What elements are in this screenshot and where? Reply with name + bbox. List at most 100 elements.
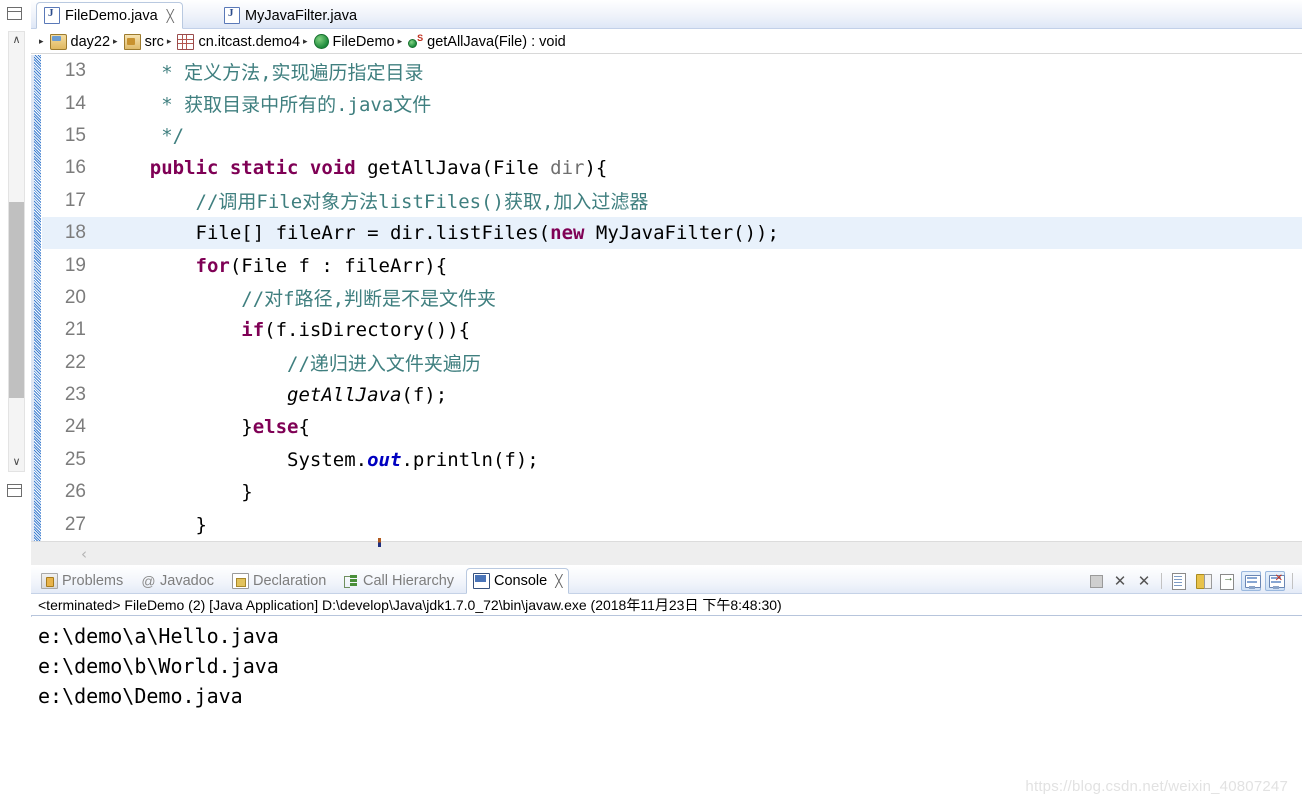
tab-problems[interactable]: Problems [35,568,129,594]
close-icon[interactable]: ╳ [555,574,562,588]
scroll-down-arrow-icon[interactable]: ∨ [9,454,24,471]
restore-view-icon-bottom[interactable] [7,484,22,497]
line-number: 19 [64,254,86,276]
call-hierarchy-icon [344,574,359,588]
pin-page-icon [1220,572,1234,590]
code-token: } [104,481,253,504]
breadcrumb-item-src[interactable]: src [145,34,164,50]
code-line[interactable]: 25 System.out.println(f); [42,444,1302,476]
tab-filedemo-java[interactable]: FileDemo.java ╳ [36,2,183,29]
terminate-button[interactable] [1086,571,1106,591]
code-token: * [104,94,185,117]
code-line[interactable]: 18 File[] fileArr = dir.listFiles(new My… [42,216,1302,250]
code-line[interactable]: 17 //调用File对象方法listFiles()获取,加入过滤器 [42,185,1302,217]
code-line-text: System.out.println(f); [94,449,1302,471]
code-line-text: * 定义方法,实现遍历指定目录 [94,58,1302,85]
breadcrumb: ▸ day22 ▸ src ▸ cn.itcast.demo4 ▸ FileDe… [31,30,1302,54]
remove-launch-button[interactable]: ✕ [1110,571,1130,591]
code-line[interactable]: 24 }else{ [42,411,1302,443]
clear-console-button[interactable] [1169,571,1189,591]
code-line-text: //递归进入文件夹遍历 [94,349,1302,376]
code-line-text: //对f路径,判断是不是文件夹 [94,284,1302,311]
code-token: ){ [584,157,608,180]
line-number: 20 [64,286,86,308]
code-token: { [298,416,310,439]
code-token: } [104,416,253,439]
tab-label: Problems [62,573,124,589]
tab-label: Console [494,573,548,589]
code-editor[interactable]: 13 * 定义方法,实现遍历指定目录 14 * 获取目录中所有的.java文件 15… [31,55,1302,541]
breadcrumb-item-class[interactable]: FileDemo [333,34,395,50]
code-token: */ [104,124,185,147]
restore-view-icon-top[interactable] [7,7,22,20]
declaration-icon [232,573,249,589]
open-console-button[interactable]: ✕ [1265,570,1285,591]
code-token: out [367,448,402,471]
tab-myjavafilter-java[interactable]: MyJavaFilter.java [217,2,365,29]
editor-horizontal-scrollbar[interactable]: ‹ [31,538,1302,565]
close-icon[interactable]: ╳ [167,9,174,23]
code-line-text: getAllJava(f); [94,384,1302,406]
scroll-lock-button[interactable] [1193,571,1213,591]
code-line[interactable]: 20 //对f路径,判断是不是文件夹 [42,282,1302,314]
java-file-icon [44,7,60,24]
scroll-left-arrow-icon[interactable]: ‹ [81,545,87,563]
scroll-up-arrow-icon[interactable]: ∧ [9,32,24,49]
tab-declaration[interactable]: Declaration [226,568,332,594]
line-number: 14 [64,92,86,114]
code-token: File[] fileArr = dir.listFiles( [104,222,551,245]
code-line-text: */ [94,125,1302,147]
scrollbar-thumb[interactable] [9,202,24,398]
left-trim-stack: ∧ ∨ [0,0,31,805]
pin-console-button[interactable] [1217,571,1237,591]
code-line[interactable]: 15 */ [42,120,1302,152]
console-icon [473,573,490,589]
code-line[interactable]: 22 //递归进入文件夹遍历 [42,347,1302,379]
chevron-right-icon: ▸ [303,36,308,47]
breadcrumb-item-method[interactable]: getAllJava(File) : void [427,34,566,50]
line-number: 24 [64,416,86,438]
lock-panel-icon [1204,573,1212,589]
console-output[interactable]: e:\demo\a\Hello.java e:\demo\b\World.java… [31,617,1302,805]
editor-tab-bar: FileDemo.java ╳ MyJavaFilter.java [31,0,1302,29]
code-token: } [104,513,207,536]
code-line[interactable]: 14 * 获取目录中所有的.java文件 [42,87,1302,119]
code-line[interactable]: 21 if(f.isDirectory()){ [42,314,1302,346]
code-line[interactable]: 26 } [42,476,1302,508]
breadcrumb-item-package[interactable]: cn.itcast.demo4 [198,34,300,50]
code-token: System. [104,448,368,471]
line-number: 27 [64,513,86,535]
console-output-line: e:\demo\a\Hello.java [38,624,279,648]
class-icon [313,34,329,49]
breadcrumb-item-project[interactable]: day22 [71,34,111,50]
code-line[interactable]: 19 for(File f : fileArr){ [42,249,1302,281]
code-token: * [104,61,185,84]
display-selected-console-button[interactable] [1241,570,1261,591]
remove-all-terminated-button[interactable]: ✕ [1134,571,1154,591]
chevron-right-icon: ▸ [39,36,44,47]
left-stack-scrollbar[interactable]: ∧ ∨ [8,31,25,472]
tab-javadoc[interactable]: @ Javadoc [135,568,220,594]
code-token: //调用File对象方法listFiles()获取,加入过滤器 [195,191,649,214]
watermark: https://blog.csdn.net/weixin_40807247 [1025,778,1288,795]
code-line[interactable]: 23 getAllJava(f); [42,379,1302,411]
code-line-text: if(f.isDirectory()){ [94,319,1302,341]
code-line[interactable]: 16 public static void getAllJava(File di… [42,152,1302,184]
chevron-right-icon: ▸ [397,36,403,47]
code-token: (File f : fileArr){ [229,254,448,277]
overview-marker [378,538,381,547]
tab-console[interactable]: Console ╳ [466,568,570,594]
chevron-right-icon: ▸ [113,36,118,47]
code-line[interactable]: 13 * 定义方法,实现遍历指定目录 [42,55,1302,87]
code-line-text: File[] fileArr = dir.listFiles(new MyJav… [94,222,1302,244]
code-token: //对f路径,判断是不是文件夹 [241,288,497,311]
code-line[interactable]: 27 } [42,508,1302,540]
line-number: 21 [64,319,86,341]
tab-call-hierarchy[interactable]: Call Hierarchy [338,568,460,594]
java-project-icon [49,33,67,50]
line-number: 15 [64,124,86,146]
code-line-text: } [94,514,1302,536]
